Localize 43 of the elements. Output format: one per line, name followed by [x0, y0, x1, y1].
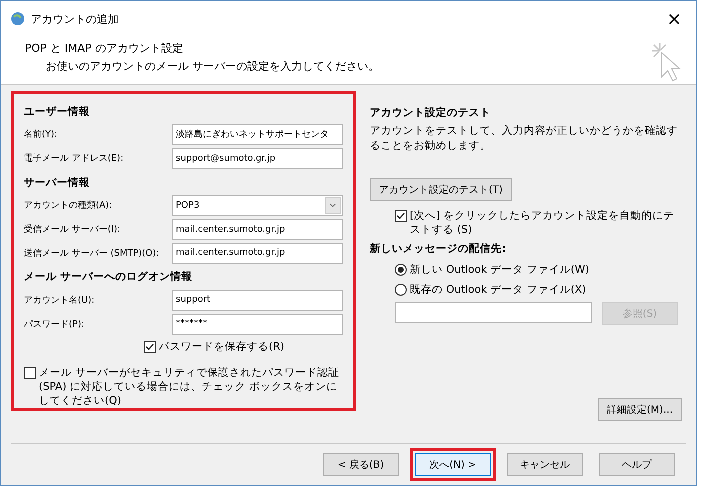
globe-icon: [11, 12, 25, 26]
description-text: アカウントをテストして、入力内容が正しいかどうかを確認することをお勧めします。: [370, 124, 679, 154]
input-field[interactable]: mail.center.sumoto.gr.jp: [172, 242, 343, 264]
checkbox[interactable]: [24, 367, 36, 380]
test-account-button[interactable]: アカウント設定のテスト(T): [370, 178, 512, 201]
input-field[interactable]: [395, 302, 592, 323]
input-field[interactable]: 淡路島にぎわいネットサポートセンタ: [172, 124, 343, 146]
section-heading: 新しいメッセージの配信先:: [370, 242, 508, 256]
window-title: アカウントの追加: [31, 12, 120, 26]
checkbox-label: メール サーバーがセキュリティで保護されたパスワード認証 (SPA) に対応している場合には、チェック ボックスをオンにしてください(Q): [39, 366, 340, 408]
section-heading: アカウント設定のテスト: [370, 106, 492, 120]
section-heading: ユーザー情報: [24, 105, 91, 119]
field-label: 受信メール サーバー(I):: [24, 224, 122, 236]
field-label: 名前(Y):: [24, 128, 59, 142]
header-title: POP と IMAP のアカウント設定: [25, 41, 184, 56]
section-heading: サーバー情報: [24, 176, 91, 190]
more-settings-button[interactable]: 詳細設定(M)...: [598, 398, 682, 421]
chevron-down-icon: [325, 197, 341, 214]
dialog-button[interactable]: < 戻る(B): [323, 453, 399, 476]
field-label: 送信メール サーバー (SMTP)(O):: [24, 248, 160, 260]
radio-button[interactable]: [395, 264, 407, 276]
header-subtitle: お使いのアカウントのメール サーバーの設定を入力してください。: [46, 59, 380, 74]
input-field[interactable]: support@sumoto.gr.jp: [172, 148, 343, 170]
checkbox-label: パスワードを保存する(R): [159, 340, 284, 354]
input-field[interactable]: support: [172, 290, 343, 311]
checkbox[interactable]: [144, 341, 156, 354]
dialog-button[interactable]: 次へ(N) >: [415, 453, 491, 476]
field-label: 電子メール アドレス(E):: [24, 152, 125, 166]
radio-label: 既存の Outlook データ ファイル(X): [410, 283, 586, 297]
close-button[interactable]: ×: [662, 8, 686, 30]
checkbox-label: [次へ] をクリックしたらアカウント設定を自動的にテストする (S): [410, 209, 676, 237]
checkbox[interactable]: [395, 210, 407, 222]
field-label: パスワード(P):: [24, 318, 86, 331]
radio-label: 新しい Outlook データ ファイル(W): [410, 263, 590, 277]
account-type-dropdown[interactable]: POP3: [172, 195, 343, 216]
input-field[interactable]: mail.center.sumoto.gr.jp: [172, 219, 343, 240]
input-field[interactable]: *******: [172, 314, 343, 335]
field-label: アカウント名(U):: [24, 294, 96, 307]
field-label: アカウントの種類(A):: [24, 200, 114, 212]
section-heading: メール サーバーへのログオン情報: [24, 270, 194, 284]
radio-button[interactable]: [395, 284, 407, 296]
dialog-button[interactable]: キャンセル: [507, 453, 583, 476]
dialog-button[interactable]: ヘルプ: [599, 453, 675, 476]
